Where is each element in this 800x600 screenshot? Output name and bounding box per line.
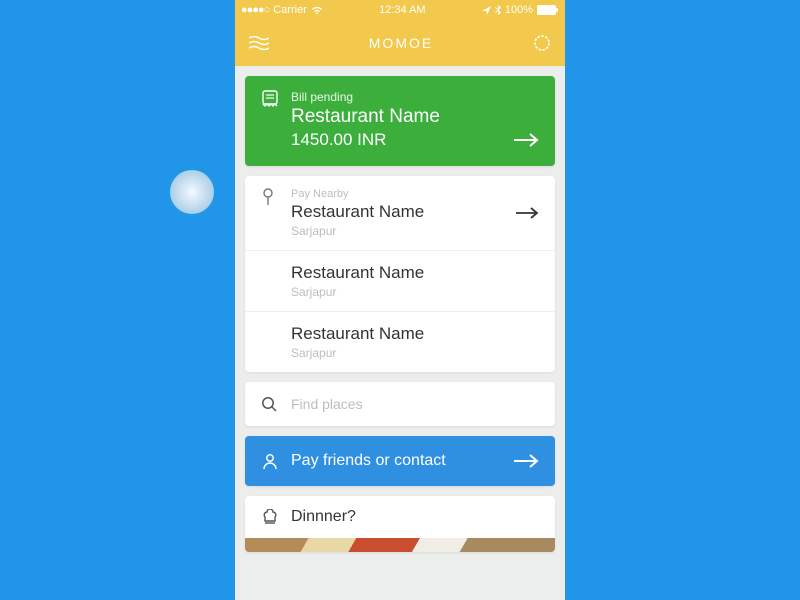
touch-indicator-icon — [170, 170, 214, 214]
nearby-item[interactable]: Restaurant Name Sarjapur — [245, 311, 555, 372]
nearby-item-location: Sarjapur — [291, 224, 515, 238]
dinner-card[interactable]: Dinnner? — [245, 496, 555, 552]
phone-frame: ●●●●○ Carrier 12:34 AM 100% MOMOE — [235, 0, 565, 600]
carrier-label: Carrier — [273, 4, 307, 16]
app-title: MOMOE — [369, 35, 433, 51]
nearby-item[interactable]: Restaurant Name Sarjapur — [245, 250, 555, 311]
status-bar: ●●●●○ Carrier 12:34 AM 100% — [235, 0, 565, 20]
settings-icon[interactable] — [533, 34, 551, 52]
menu-icon[interactable] — [249, 36, 269, 50]
pin-icon — [261, 188, 291, 206]
pay-friends-card[interactable]: Pay friends or contact — [245, 436, 555, 486]
nearby-item-name: Restaurant Name — [291, 263, 539, 283]
search-icon — [261, 396, 291, 412]
content-area: Bill pending Restaurant Name 1450.00 INR… — [235, 66, 565, 600]
bill-restaurant-name: Restaurant Name — [291, 106, 513, 128]
search-input[interactable] — [291, 396, 539, 412]
nav-bar: MOMOE — [235, 20, 565, 66]
battery-pct: 100% — [505, 4, 533, 16]
nearby-item-name: Restaurant Name — [291, 324, 539, 344]
bill-label: Bill pending — [291, 90, 513, 104]
dinner-image — [245, 538, 555, 552]
chef-hat-icon — [261, 509, 291, 525]
battery-icon — [537, 5, 559, 15]
person-icon — [261, 452, 291, 470]
pay-nearby-card: Pay Nearby Restaurant Name Sarjapur Rest… — [245, 176, 555, 372]
nearby-item-name: Restaurant Name — [291, 202, 515, 222]
nearby-label: Pay Nearby — [291, 188, 515, 200]
bluetooth-icon — [495, 5, 501, 15]
bill-pending-card[interactable]: Bill pending Restaurant Name 1450.00 INR — [245, 76, 555, 166]
search-card[interactable] — [245, 382, 555, 426]
bill-amount: 1450.00 INR — [291, 130, 513, 150]
arrow-right-icon — [513, 132, 539, 148]
dinner-label: Dinnner? — [291, 508, 356, 526]
receipt-icon — [261, 90, 291, 108]
arrow-right-icon — [515, 206, 539, 220]
clock-label: 12:34 AM — [379, 4, 425, 16]
signal-dots-icon: ●●●●○ — [241, 4, 269, 16]
arrow-right-icon — [513, 453, 539, 469]
pay-friends-label: Pay friends or contact — [291, 452, 513, 470]
wifi-icon — [311, 6, 323, 15]
location-arrow-icon — [482, 6, 491, 15]
nearby-item[interactable]: Pay Nearby Restaurant Name Sarjapur — [245, 176, 555, 250]
nearby-item-location: Sarjapur — [291, 285, 539, 299]
nearby-item-location: Sarjapur — [291, 346, 539, 360]
